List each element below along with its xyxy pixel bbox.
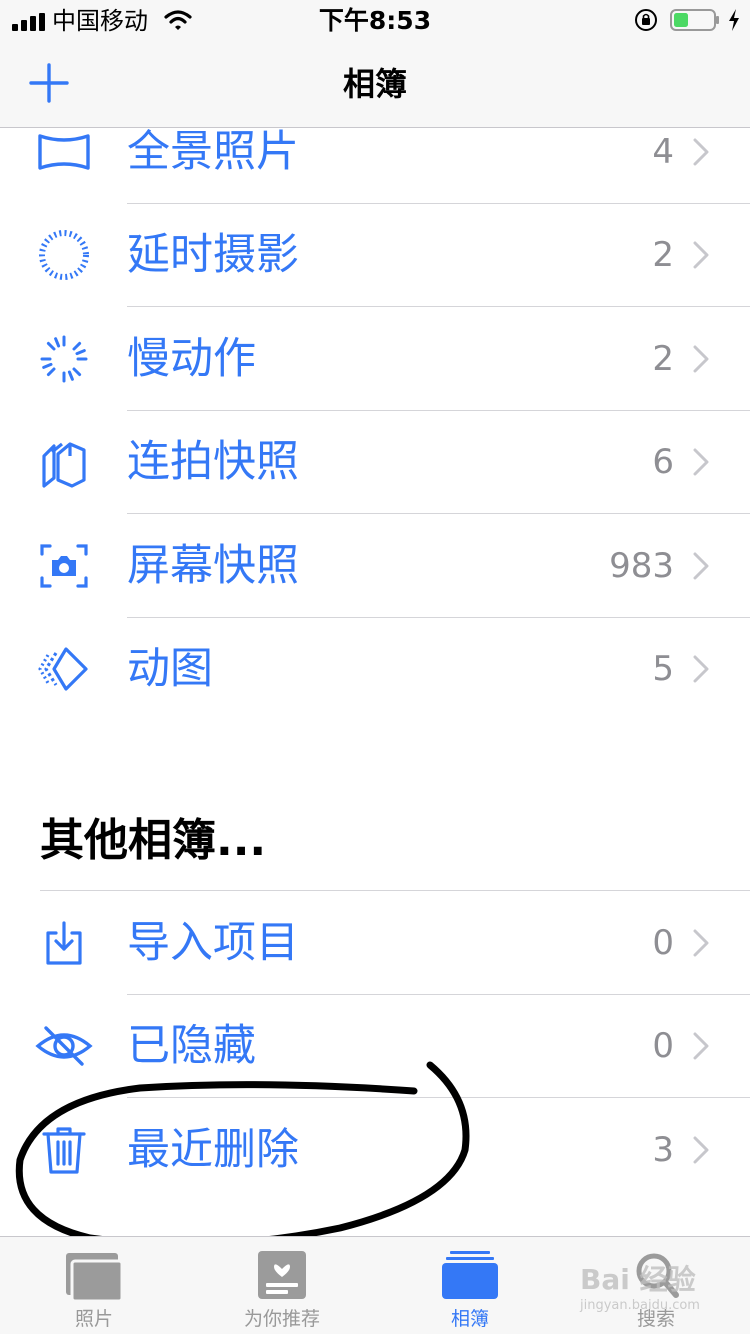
list-item-count: 2 bbox=[652, 338, 674, 379]
chevron-right-icon bbox=[693, 655, 709, 683]
trash-icon bbox=[42, 1127, 86, 1174]
list-item-label: 已隐藏 bbox=[127, 1021, 256, 1072]
list-item-label: 动图 bbox=[127, 644, 213, 695]
list-item-label: 连拍快照 bbox=[127, 437, 299, 488]
photos-tab-icon bbox=[66, 1253, 124, 1301]
list-item-count: 2 bbox=[652, 235, 674, 276]
list-item-label: 延时摄影 bbox=[127, 230, 299, 281]
timelapse-icon bbox=[39, 230, 89, 281]
tab-label: 搜索 bbox=[636, 1308, 675, 1330]
list-item-label: 导入项目 bbox=[127, 917, 299, 968]
list-item-screenshots[interactable]: 屏幕快照 983 bbox=[0, 514, 750, 618]
list-item-label: 屏幕快照 bbox=[127, 540, 299, 591]
page-title: 相簿 bbox=[342, 65, 407, 103]
list-item-hidden[interactable]: 已隐藏 0 bbox=[0, 995, 750, 1098]
list-item-count: 4 bbox=[652, 131, 674, 172]
status-bar: 中国移动 下午8:53 bbox=[0, 0, 750, 40]
list-item-recently-deleted[interactable]: 最近删除 3 bbox=[0, 1098, 750, 1202]
slomo-icon bbox=[40, 335, 88, 383]
albums-tab-icon bbox=[442, 1251, 498, 1299]
other-albums-list: 导入项目 0 已隐藏 0 最近删除 3 bbox=[0, 891, 750, 1202]
for-you-tab-icon bbox=[258, 1251, 306, 1299]
animated-icon bbox=[38, 647, 88, 691]
media-types-list: 全景照片 4 延时摄影 2 慢动作 2 连拍快照 6 屏幕快照 983 动图 5 bbox=[0, 100, 750, 721]
tab-photos[interactable]: 照片 bbox=[0, 1237, 188, 1334]
list-item-count: 6 bbox=[652, 442, 674, 483]
screenshot-icon bbox=[40, 544, 88, 588]
list-item-timelapse[interactable]: 延时摄影 2 bbox=[0, 204, 750, 307]
list-item-count: 0 bbox=[652, 922, 674, 963]
chevron-right-icon bbox=[693, 552, 709, 580]
orientation-lock-icon bbox=[635, 9, 657, 31]
list-item-count: 5 bbox=[652, 649, 674, 690]
list-item-label: 全景照片 bbox=[127, 126, 299, 177]
tab-label: 照片 bbox=[74, 1308, 113, 1330]
tab-label: 相簿 bbox=[450, 1308, 489, 1330]
chevron-right-icon bbox=[693, 241, 709, 269]
tab-label: 为你推荐 bbox=[243, 1308, 320, 1330]
burst-icon bbox=[42, 442, 86, 488]
chevron-right-icon bbox=[693, 1136, 709, 1164]
list-item-animated[interactable]: 动图 5 bbox=[0, 618, 750, 722]
charging-bolt-icon bbox=[729, 9, 739, 31]
chevron-right-icon bbox=[693, 1032, 709, 1060]
list-item-count: 0 bbox=[652, 1026, 674, 1067]
list-item-panorama[interactable]: 全景照片 4 bbox=[0, 100, 750, 204]
chevron-right-icon bbox=[693, 929, 709, 957]
list-item-burst[interactable]: 连拍快照 6 bbox=[0, 411, 750, 514]
tab-search[interactable]: 搜索 bbox=[562, 1237, 750, 1334]
chevron-right-icon bbox=[693, 345, 709, 373]
list-item-label: 慢动作 bbox=[127, 333, 256, 384]
search-tab-icon bbox=[636, 1253, 679, 1298]
list-item-imports[interactable]: 导入项目 0 bbox=[0, 891, 750, 995]
section-title-other-albums: 其他相簿... bbox=[40, 815, 267, 866]
list-item-count: 983 bbox=[609, 545, 674, 586]
hidden-eye-icon bbox=[35, 1026, 93, 1066]
list-item-label: 最近删除 bbox=[127, 1124, 299, 1175]
import-icon bbox=[46, 921, 82, 965]
chevron-right-icon bbox=[693, 138, 709, 166]
tab-albums[interactable]: 相簿 bbox=[376, 1237, 564, 1334]
tab-for-you[interactable]: 为你推荐 bbox=[188, 1237, 376, 1334]
list-item-count: 3 bbox=[652, 1129, 674, 1170]
list-item-slomo[interactable]: 慢动作 2 bbox=[0, 307, 750, 411]
tab-bar: 照片 为你推荐 相簿 搜索 bbox=[0, 1236, 750, 1334]
battery-icon bbox=[670, 9, 719, 31]
panorama-icon bbox=[38, 134, 90, 170]
chevron-right-icon bbox=[693, 448, 709, 476]
